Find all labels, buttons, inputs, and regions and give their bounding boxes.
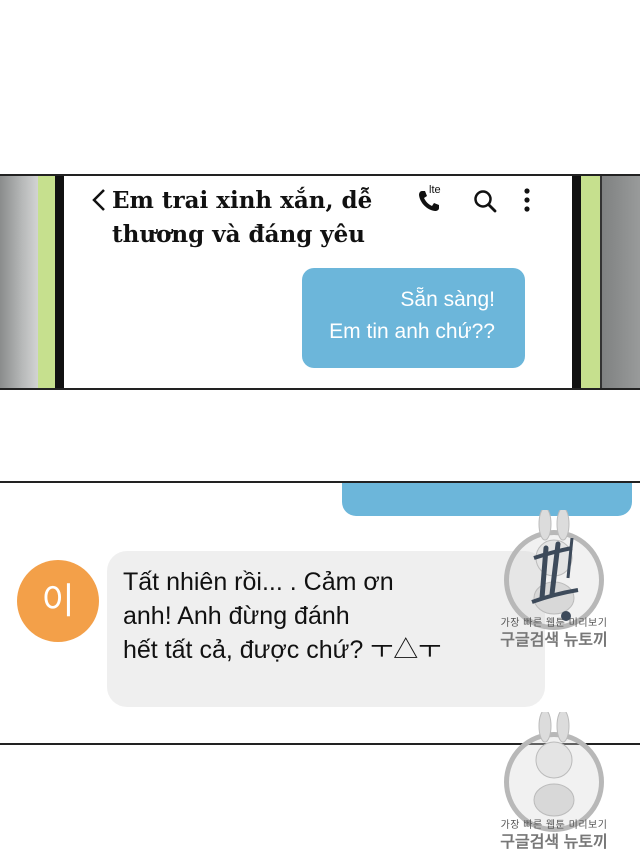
chat-panel-1: Em trai xinh xắn, dễ thương và đáng yêu …: [0, 174, 640, 390]
watermark-line2: 구글검색 뉴토끼: [500, 632, 608, 649]
contact-name: Em trai xinh xắn, dễ thương và đáng yêu: [112, 184, 412, 252]
phone-bezel-left: [55, 176, 64, 388]
watermark-bottom: 가장 빠른 웹툰 미리보기 구글검색 뉴토끼: [479, 712, 629, 862]
background-left-gray: [0, 176, 38, 388]
sweat-sfx-icon: [531, 538, 579, 621]
outgoing-message-bubble: Sẵn sàng! Em tin anh chứ??: [302, 268, 525, 368]
frame-green-left: [38, 176, 55, 388]
watermark-line2: 구글검색 뉴토끼: [500, 834, 608, 851]
bunny-mascot-icon: [533, 712, 575, 817]
search-icon[interactable]: [472, 188, 498, 214]
network-label: lte: [429, 184, 441, 196]
contact-name-line2: thương và đáng yêu: [112, 221, 366, 248]
phone-bezel-right: [572, 176, 581, 388]
more-vertical-icon[interactable]: [517, 186, 537, 216]
outgoing-message-line1: Sẵn sàng!: [400, 288, 495, 311]
outgoing-message-line2: Em tin anh chứ??: [329, 320, 495, 343]
phone-screen: Em trai xinh xắn, dễ thương và đáng yêu …: [64, 176, 572, 388]
back-chevron-icon[interactable]: [88, 184, 110, 216]
avatar: 이: [17, 560, 99, 642]
background-right-gray: [600, 176, 640, 388]
frame-green-right: [581, 176, 600, 388]
contact-name-line1: Em trai xinh xắn, dễ: [112, 187, 373, 214]
